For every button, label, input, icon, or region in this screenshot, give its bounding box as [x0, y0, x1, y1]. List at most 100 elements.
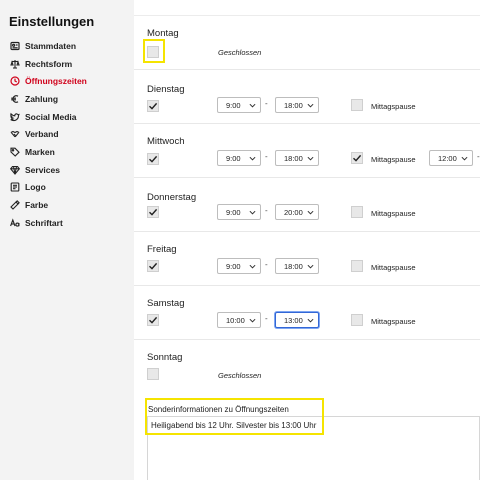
select-value: 13:00 [284, 315, 303, 325]
chevron-down-icon [307, 103, 314, 108]
time-separator: - [265, 314, 268, 323]
sidebar-item-schriftart[interactable]: Schriftart [9, 214, 87, 232]
chevron-down-icon [249, 156, 256, 161]
handshake-icon [9, 129, 20, 140]
to-time-select[interactable]: 13:00 [275, 312, 319, 328]
lunch-break-label: Mittagspause [371, 102, 416, 111]
chevron-down-icon [307, 156, 314, 161]
highlight-box [145, 398, 324, 435]
sidebar-item-farbe[interactable]: Farbe [9, 196, 87, 214]
select-value: 9:00 [226, 261, 241, 271]
day-open-checkbox[interactable] [147, 206, 159, 218]
day-name: Dienstag [147, 84, 185, 95]
checkmark-icon [149, 155, 158, 163]
diamond-icon [9, 164, 20, 175]
time-separator: - [265, 99, 268, 108]
sidebar-title: Einstellungen [9, 14, 95, 29]
chevron-down-icon [249, 210, 256, 215]
closed-label: Geschlossen [218, 48, 262, 57]
lunch-break-label: Mittagspause [371, 155, 416, 164]
sidebar-item-label: Schriftart [25, 217, 63, 228]
lunch-break-label: Mittagspause [371, 317, 416, 326]
chevron-down-icon [249, 264, 256, 269]
clock-icon [9, 76, 20, 87]
closed-label: Geschlossen [218, 371, 262, 380]
to-time-select[interactable]: 20:00 [275, 204, 319, 220]
day-row-samstag: Samstag 10:00 - 13:00 Mittagspause [134, 286, 480, 340]
chevron-down-icon [249, 318, 256, 323]
day-row-freitag: Freitag 9:00 - 18:00 Mittagspause [134, 232, 480, 286]
day-open-checkbox[interactable] [147, 314, 159, 326]
sidebar-nav: Stammdaten Rechtsform Öffnungszeiten Zah… [9, 37, 87, 232]
time-separator: - [265, 260, 268, 269]
tag-icon [9, 146, 20, 157]
sidebar-item-label: Verband [25, 129, 59, 140]
sidebar: Einstellungen Stammdaten Rechtsform Öffn… [0, 0, 134, 480]
day-name: Freitag [147, 244, 177, 255]
from-time-select[interactable]: 9:00 [217, 150, 261, 166]
sidebar-item-label: Logo [25, 182, 46, 193]
checkmark-icon [149, 316, 158, 324]
sidebar-item-verband[interactable]: Verband [9, 125, 87, 143]
image-icon [9, 182, 20, 193]
to-time-select[interactable]: 18:00 [275, 258, 319, 274]
time-separator: - [265, 206, 268, 215]
from-time-select[interactable]: 9:00 [217, 204, 261, 220]
to-time-select[interactable]: 18:00 [275, 97, 319, 113]
sidebar-item-zahlung[interactable]: Zahlung [9, 90, 87, 108]
sidebar-item-label: Services [25, 164, 60, 175]
sidebar-item-rechtsform[interactable]: Rechtsform [9, 55, 87, 73]
from-time-select[interactable]: 10:00 [217, 312, 261, 328]
day-name: Montag [147, 28, 179, 39]
opening-hours-panel: Montag Geschlossen Dienstag 9:00 - 18:00… [134, 0, 480, 480]
id-card-icon [9, 40, 20, 51]
euro-icon [9, 93, 20, 104]
time-separator: - [265, 152, 268, 161]
checkmark-icon [353, 154, 362, 162]
select-value: 20:00 [284, 207, 303, 217]
select-value: 18:00 [284, 261, 303, 271]
lunch-break-checkbox[interactable] [351, 152, 363, 164]
chevron-down-icon [307, 210, 314, 215]
select-value: 10:00 [226, 315, 245, 325]
lunch-break-checkbox[interactable] [351, 260, 363, 272]
chevron-down-icon [461, 156, 468, 161]
lunch-from-select[interactable]: 12:00 [429, 150, 473, 166]
lunch-break-checkbox[interactable] [351, 314, 363, 326]
select-value: 9:00 [226, 153, 241, 163]
day-name: Sonntag [147, 352, 183, 363]
day-open-checkbox[interactable] [147, 100, 159, 112]
day-open-checkbox[interactable] [147, 368, 159, 380]
lunch-break-checkbox[interactable] [351, 99, 363, 111]
to-time-select[interactable]: 18:00 [275, 150, 319, 166]
sidebar-item-logo[interactable]: Logo [9, 179, 87, 197]
day-row-sonntag: Sonntag Geschlossen [134, 340, 480, 394]
sidebar-item-label: Social Media [25, 111, 77, 122]
select-value: 18:00 [284, 153, 303, 163]
sidebar-item-oeffnungszeiten[interactable]: Öffnungszeiten [9, 72, 87, 90]
day-row-donnerstag: Donnerstag 9:00 - 20:00 Mittagspause [134, 178, 480, 232]
sidebar-item-services[interactable]: Services [9, 161, 87, 179]
scale-icon [9, 58, 20, 69]
select-value: 9:00 [226, 207, 241, 217]
twitter-icon [9, 111, 20, 122]
sidebar-item-label: Stammdaten [25, 40, 77, 51]
select-value: 9:00 [226, 100, 241, 110]
sidebar-item-stammdaten[interactable]: Stammdaten [9, 37, 87, 55]
from-time-select[interactable]: 9:00 [217, 258, 261, 274]
time-separator: - [477, 152, 480, 161]
day-row-mittwoch: Mittwoch 9:00 - 18:00 Mittagspause 12:00… [134, 124, 480, 178]
sidebar-item-social-media[interactable]: Social Media [9, 108, 87, 126]
day-name: Samstag [147, 298, 185, 309]
day-open-checkbox[interactable] [147, 260, 159, 272]
panel-top-bar [134, 0, 480, 16]
from-time-select[interactable]: 9:00 [217, 97, 261, 113]
day-name: Mittwoch [147, 136, 185, 147]
font-icon [9, 217, 20, 228]
day-open-checkbox[interactable] [147, 153, 159, 165]
sidebar-item-marken[interactable]: Marken [9, 143, 87, 161]
sidebar-item-label: Öffnungszeiten [25, 76, 87, 87]
chevron-down-icon [307, 264, 314, 269]
checkmark-icon [149, 262, 158, 270]
lunch-break-checkbox[interactable] [351, 206, 363, 218]
